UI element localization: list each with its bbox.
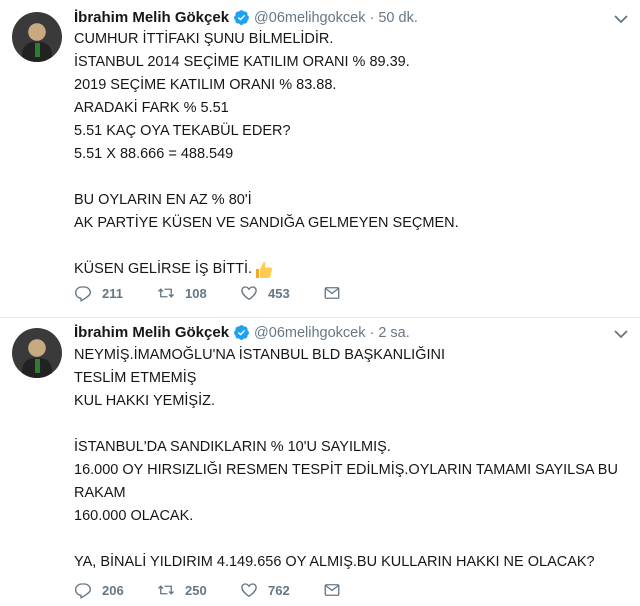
tweet-text-line: BU OYLARIN EN AZ % 80'İ <box>74 192 252 208</box>
avatar[interactable] <box>12 328 62 378</box>
separator-dot: · <box>369 324 375 341</box>
tweet-text-line: 5.51 X 88.666 = 488.549 <box>74 146 234 162</box>
tweet-header: İbrahim Melih Gökçek @06melihgokcek · 50… <box>74 9 418 26</box>
like-count: 453 <box>268 285 290 301</box>
reply-button[interactable]: 211 <box>74 284 157 302</box>
tweet-text-line: TESLİM ETMEMİŞ <box>74 370 197 386</box>
reply-count: 211 <box>102 285 123 301</box>
heart-icon <box>241 286 257 301</box>
retweet-icon <box>158 288 174 298</box>
author-handle[interactable]: @06melihgokcek <box>254 325 365 341</box>
chevron-down-icon[interactable] <box>614 14 628 24</box>
tweet-text-line: YA, BİNALİ YILDIRIM 4.149.656 OY ALMIŞ.B… <box>74 554 595 570</box>
chevron-down-icon[interactable] <box>614 329 628 339</box>
reply-icon <box>74 286 92 302</box>
tweet-text-segment: KÜSEN GELİRSE İŞ BİTTİ. <box>74 261 253 277</box>
tweet-actions: 206 250 762 <box>74 581 351 599</box>
author-handle[interactable]: @06melihgokcek <box>254 10 365 26</box>
reply-button[interactable]: 206 <box>74 581 157 599</box>
retweet-count: 250 <box>185 582 207 598</box>
tweet-timestamp[interactable]: 2 sa. <box>378 325 409 341</box>
tweet-text-line: CUMHUR İTTİFAKI ŞUNU BİLMELİDİR. <box>74 31 334 47</box>
tweet-text-line: NEYMİŞ.İMAMOĞLU'NA İSTANBUL BLD BAŞKANLI… <box>74 347 445 363</box>
heart-icon <box>241 583 257 598</box>
tweet-text-line: İSTANBUL 2014 SEÇİME KATILIM ORANI % 89.… <box>74 54 410 70</box>
retweet-icon <box>158 585 174 595</box>
like-button[interactable]: 453 <box>240 284 323 302</box>
retweet-count: 108 <box>185 285 207 301</box>
tweet-text-line: 2019 SEÇİME KATILIM ORANI % 83.88. <box>74 77 337 93</box>
tweet-text-line: 160.000 OLACAK. <box>74 508 194 524</box>
tweet-actions: 211 108 453 <box>74 284 351 302</box>
envelope-icon <box>324 287 340 299</box>
thumbs-up-emoji-icon <box>256 261 273 278</box>
tweet-text-line: İSTANBUL'DA SANDIKLARIN % 10'U SAYILMIŞ. <box>74 439 391 455</box>
tweet-text-line: 5.51 KAÇ OYA TEKABÜL EDER? <box>74 123 291 139</box>
like-count: 762 <box>268 582 290 598</box>
tweet-timestamp[interactable]: 50 dk. <box>378 10 418 26</box>
verified-badge-icon <box>234 10 249 25</box>
reply-icon <box>74 583 92 599</box>
like-button[interactable]: 762 <box>240 581 323 599</box>
tweet-text-line: RAKAM <box>74 485 126 501</box>
verified-badge-icon <box>234 325 249 340</box>
direct-message-button[interactable] <box>323 581 351 599</box>
retweet-button[interactable]: 250 <box>157 581 240 599</box>
author-name[interactable]: İbrahim Melih Gökçek <box>74 324 229 341</box>
author-name[interactable]: İbrahim Melih Gökçek <box>74 9 229 26</box>
tweet-text-last-line: KÜSEN GELİRSE İŞ BİTTİ. <box>74 258 459 281</box>
separator-dot: · <box>369 9 375 26</box>
tweet-text: CUMHUR İTTİFAKI ŞUNU BİLMELİDİR. İSTANBU… <box>74 28 459 281</box>
retweet-button[interactable]: 108 <box>157 284 240 302</box>
tweet-text-line: 16.000 OY HIRSIZLIĞI RESMEN TESPİT EDİLM… <box>74 462 618 478</box>
tweet-card[interactable]: İbrahim Melih Gökçek @06melihgokcek · 50… <box>0 0 640 318</box>
tweet-header: İbrahim Melih Gökçek @06melihgokcek · 2 … <box>74 324 410 341</box>
direct-message-button[interactable] <box>323 284 351 302</box>
tweet-text-line: AK PARTİYE KÜSEN VE SANDIĞA GELMEYEN SEÇ… <box>74 215 459 231</box>
tweet-card[interactable]: İbrahim Melih Gökçek @06melihgokcek · 2 … <box>0 318 640 606</box>
tweet-text-line: KUL HAKKI YEMİŞİZ. <box>74 393 216 409</box>
tweet-text: NEYMİŞ.İMAMOĞLU'NA İSTANBUL BLD BAŞKANLI… <box>74 344 618 574</box>
reply-count: 206 <box>102 582 124 598</box>
avatar[interactable] <box>12 12 62 62</box>
tweet-text-line: ARADAKİ FARK % 5.51 <box>74 100 229 116</box>
envelope-icon <box>324 584 340 596</box>
